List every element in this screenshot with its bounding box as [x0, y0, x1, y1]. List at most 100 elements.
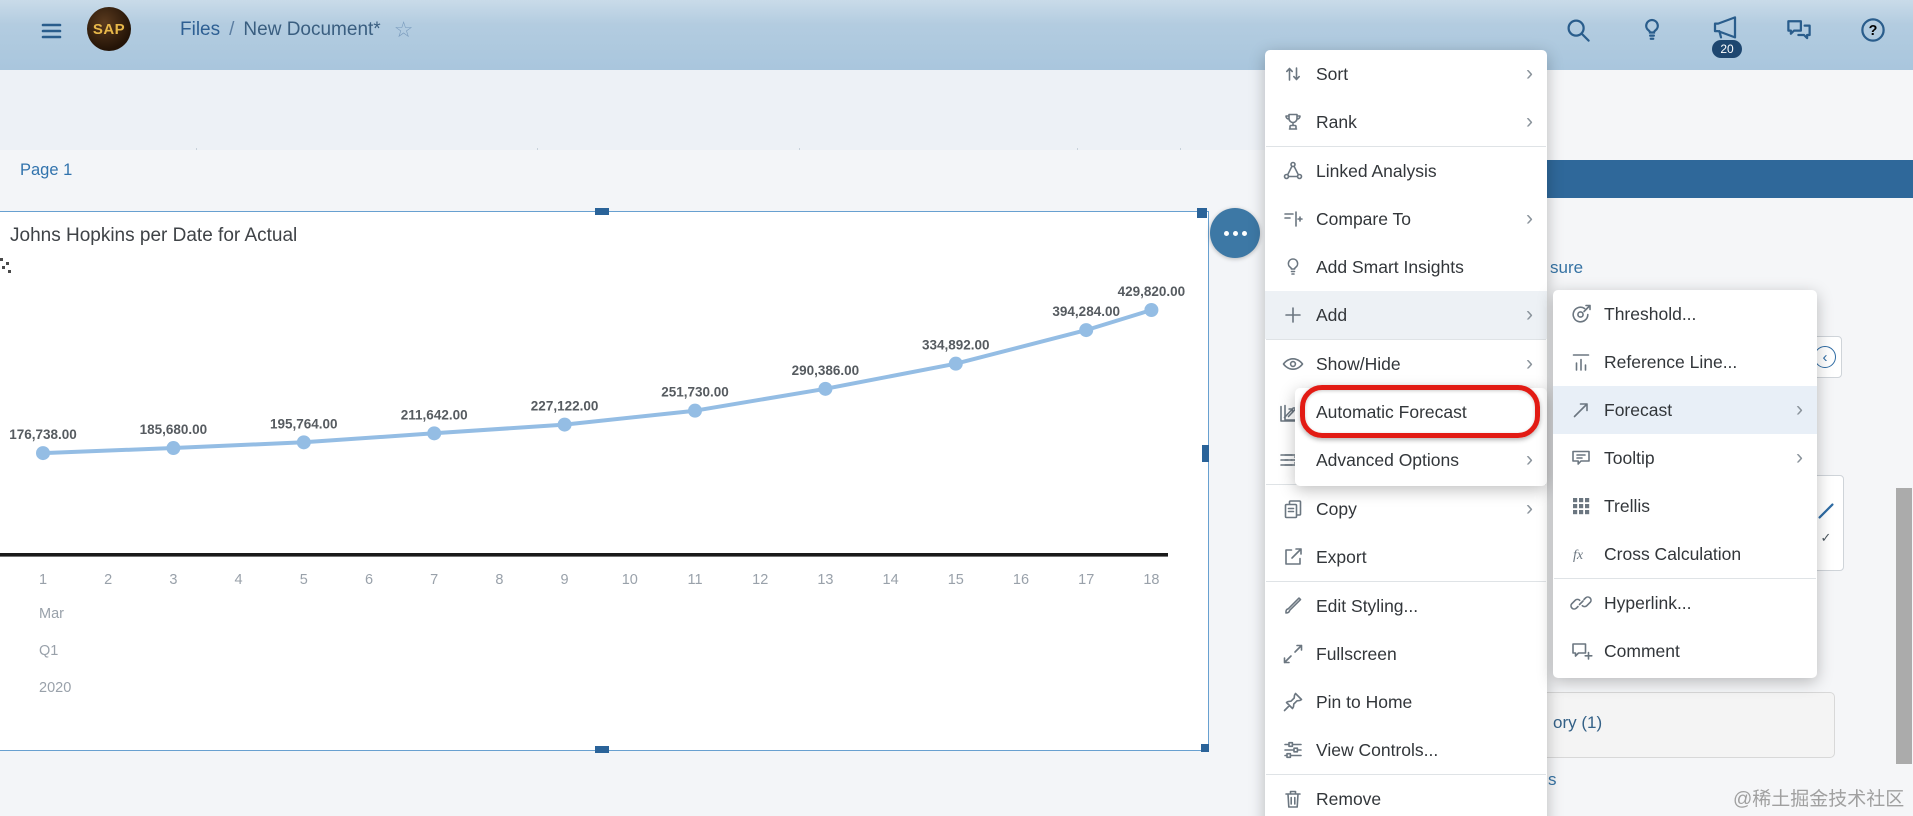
menu-item-compare-to[interactable]: Compare To ›: [1265, 195, 1547, 243]
submenu-chevron-icon: ›: [1526, 497, 1533, 520]
menu-item-rank[interactable]: Rank ›: [1265, 98, 1547, 146]
svg-text:Q1: Q1: [39, 643, 58, 659]
menu-item-label: Tooltip: [1604, 447, 1655, 468]
favorite-star-icon[interactable]: ☆: [394, 17, 414, 43]
menu-item-add[interactable]: Add ›: [1265, 291, 1547, 339]
selection-handle-bottom-right[interactable]: [1201, 744, 1209, 752]
svg-text:4: 4: [235, 572, 243, 588]
x-axis-line: [0, 553, 1168, 557]
data-point[interactable]: [427, 426, 442, 441]
search-icon[interactable]: [1563, 15, 1593, 45]
hidden-menu-row-icons: [1277, 388, 1297, 486]
smart-insights-icon: [1287, 258, 1299, 275]
menu-item-view-controls[interactable]: View Controls...: [1265, 726, 1547, 774]
data-point[interactable]: [166, 441, 181, 456]
notifications-badge: 20: [1712, 40, 1742, 58]
submenu-chevron-icon: ›: [1526, 207, 1533, 230]
menu-item-advanced-options[interactable]: Advanced Options ›: [1295, 436, 1547, 484]
menu-item-tooltip[interactable]: Tooltip ›: [1553, 434, 1817, 482]
menu-item-label: Remove: [1316, 788, 1382, 809]
menu-item-label: Export: [1316, 546, 1367, 567]
widget-more-actions-button[interactable]: [1210, 208, 1260, 258]
menu-item-trellis[interactable]: Trellis: [1553, 482, 1817, 530]
hyperlink-icon: [1570, 596, 1592, 610]
chart-widget[interactable]: Johns Hopkins per Date for Actual 1 2 3 4 5 6 7…: [0, 211, 1209, 751]
data-label: 185,680.00: [140, 422, 208, 437]
svg-text:10: 10: [622, 572, 638, 588]
menu-item-remove[interactable]: Remove: [1265, 775, 1547, 816]
data-point[interactable]: [688, 403, 702, 418]
data-point[interactable]: [296, 435, 311, 450]
menu-item-label: Threshold...: [1604, 303, 1697, 324]
menu-item-edit-styling[interactable]: Edit Styling...: [1265, 582, 1547, 630]
data-label: 394,284.00: [1052, 304, 1120, 319]
menu-item-linked-analysis[interactable]: Linked Analysis: [1265, 147, 1547, 195]
svg-text:9: 9: [561, 572, 569, 588]
rank-icon: [1285, 113, 1301, 130]
panel-header-bar: [1547, 160, 1913, 198]
menu-item-fullscreen[interactable]: Fullscreen: [1265, 630, 1547, 678]
menu-item-reference-line[interactable]: Reference Line...: [1553, 338, 1817, 386]
menu-item-label: Show/Hide: [1316, 353, 1401, 374]
page-tab[interactable]: Page 1: [20, 161, 72, 180]
selection-handle-top[interactable]: [595, 208, 609, 215]
svg-text:17: 17: [1078, 572, 1094, 588]
menu-item-label: Automatic Forecast: [1316, 401, 1467, 422]
data-point[interactable]: [1144, 303, 1159, 317]
data-point[interactable]: [557, 417, 572, 432]
menu-item-show-hide[interactable]: Show/Hide ›: [1265, 340, 1547, 388]
menu-item-export[interactable]: Export: [1265, 533, 1547, 581]
menu-item-comment[interactable]: Comment: [1553, 627, 1817, 675]
collapse-panel-icon[interactable]: ‹: [1814, 346, 1836, 368]
svg-text:6: 6: [365, 572, 373, 588]
selection-handle-top-right[interactable]: [1197, 208, 1207, 218]
menu-item-copy[interactable]: Copy ›: [1265, 485, 1547, 533]
add-submenu: Threshold... Reference Line... Forecast › To…: [1553, 290, 1817, 678]
svg-text:2: 2: [104, 572, 112, 588]
data-point[interactable]: [36, 446, 50, 461]
svg-text:13: 13: [817, 572, 833, 588]
compare-to-icon: [1284, 211, 1303, 227]
menu-item-forecast[interactable]: Forecast ›: [1553, 386, 1817, 434]
menu-item-sort[interactable]: Sort ›: [1265, 50, 1547, 98]
svg-text:14: 14: [883, 572, 899, 588]
announcements-icon[interactable]: [1710, 13, 1740, 43]
menu-item-automatic-forecast[interactable]: Automatic Forecast: [1295, 388, 1547, 436]
menu-item-pin-to-home[interactable]: Pin to Home: [1265, 678, 1547, 726]
data-point[interactable]: [1079, 323, 1094, 338]
svg-text:3: 3: [169, 572, 177, 588]
tooltip-icon: [1572, 450, 1590, 465]
selection-handle-bottom[interactable]: [595, 746, 609, 753]
menu-item-label: Compare To: [1316, 208, 1412, 229]
breadcrumb-files-link[interactable]: Files: [180, 19, 220, 41]
category-token[interactable]: ory (1): [1535, 692, 1835, 758]
svg-text:8: 8: [495, 572, 503, 588]
watermark: @稀土掘金技术社区: [1733, 789, 1905, 810]
forecast-submenu: Automatic Forecast Advanced Options ›: [1295, 388, 1547, 486]
menu-item-label: Forecast: [1604, 399, 1673, 420]
menu-item-label: Pin to Home: [1316, 691, 1413, 712]
threshold-icon: [1572, 304, 1591, 323]
menu-item-hyperlink[interactable]: Hyperlink...: [1553, 579, 1817, 627]
data-label: 176,738.00: [9, 427, 77, 442]
discussions-icon[interactable]: [1784, 15, 1814, 45]
submenu-chevron-icon: ›: [1526, 352, 1533, 375]
hamburger-menu-icon[interactable]: [38, 19, 64, 43]
add-measure-link[interactable]: sure: [1550, 258, 1583, 278]
menu-item-cross-calculation[interactable]: Cross Calculation: [1553, 530, 1817, 578]
data-label: 429,820.00: [1118, 284, 1186, 299]
data-point[interactable]: [818, 381, 833, 396]
copy-icon: [1284, 500, 1302, 519]
menu-item-threshold[interactable]: Threshold...: [1553, 290, 1817, 338]
edit-styling-icon: [1285, 597, 1302, 614]
panel-scrollbar[interactable]: [1896, 488, 1912, 764]
menu-item-label: View Controls...: [1316, 739, 1439, 760]
advanced-options-icon: [1280, 454, 1297, 466]
help-icon[interactable]: [1858, 15, 1888, 45]
data-point[interactable]: [948, 356, 963, 371]
menu-item-add-smart-insights[interactable]: Add Smart Insights: [1265, 243, 1547, 291]
panel-link-fragment[interactable]: s: [1548, 770, 1557, 790]
smart-assist-icon[interactable]: [1637, 15, 1667, 45]
selection-handle-right[interactable]: [1202, 445, 1209, 462]
menu-item-label: Add: [1316, 304, 1348, 325]
